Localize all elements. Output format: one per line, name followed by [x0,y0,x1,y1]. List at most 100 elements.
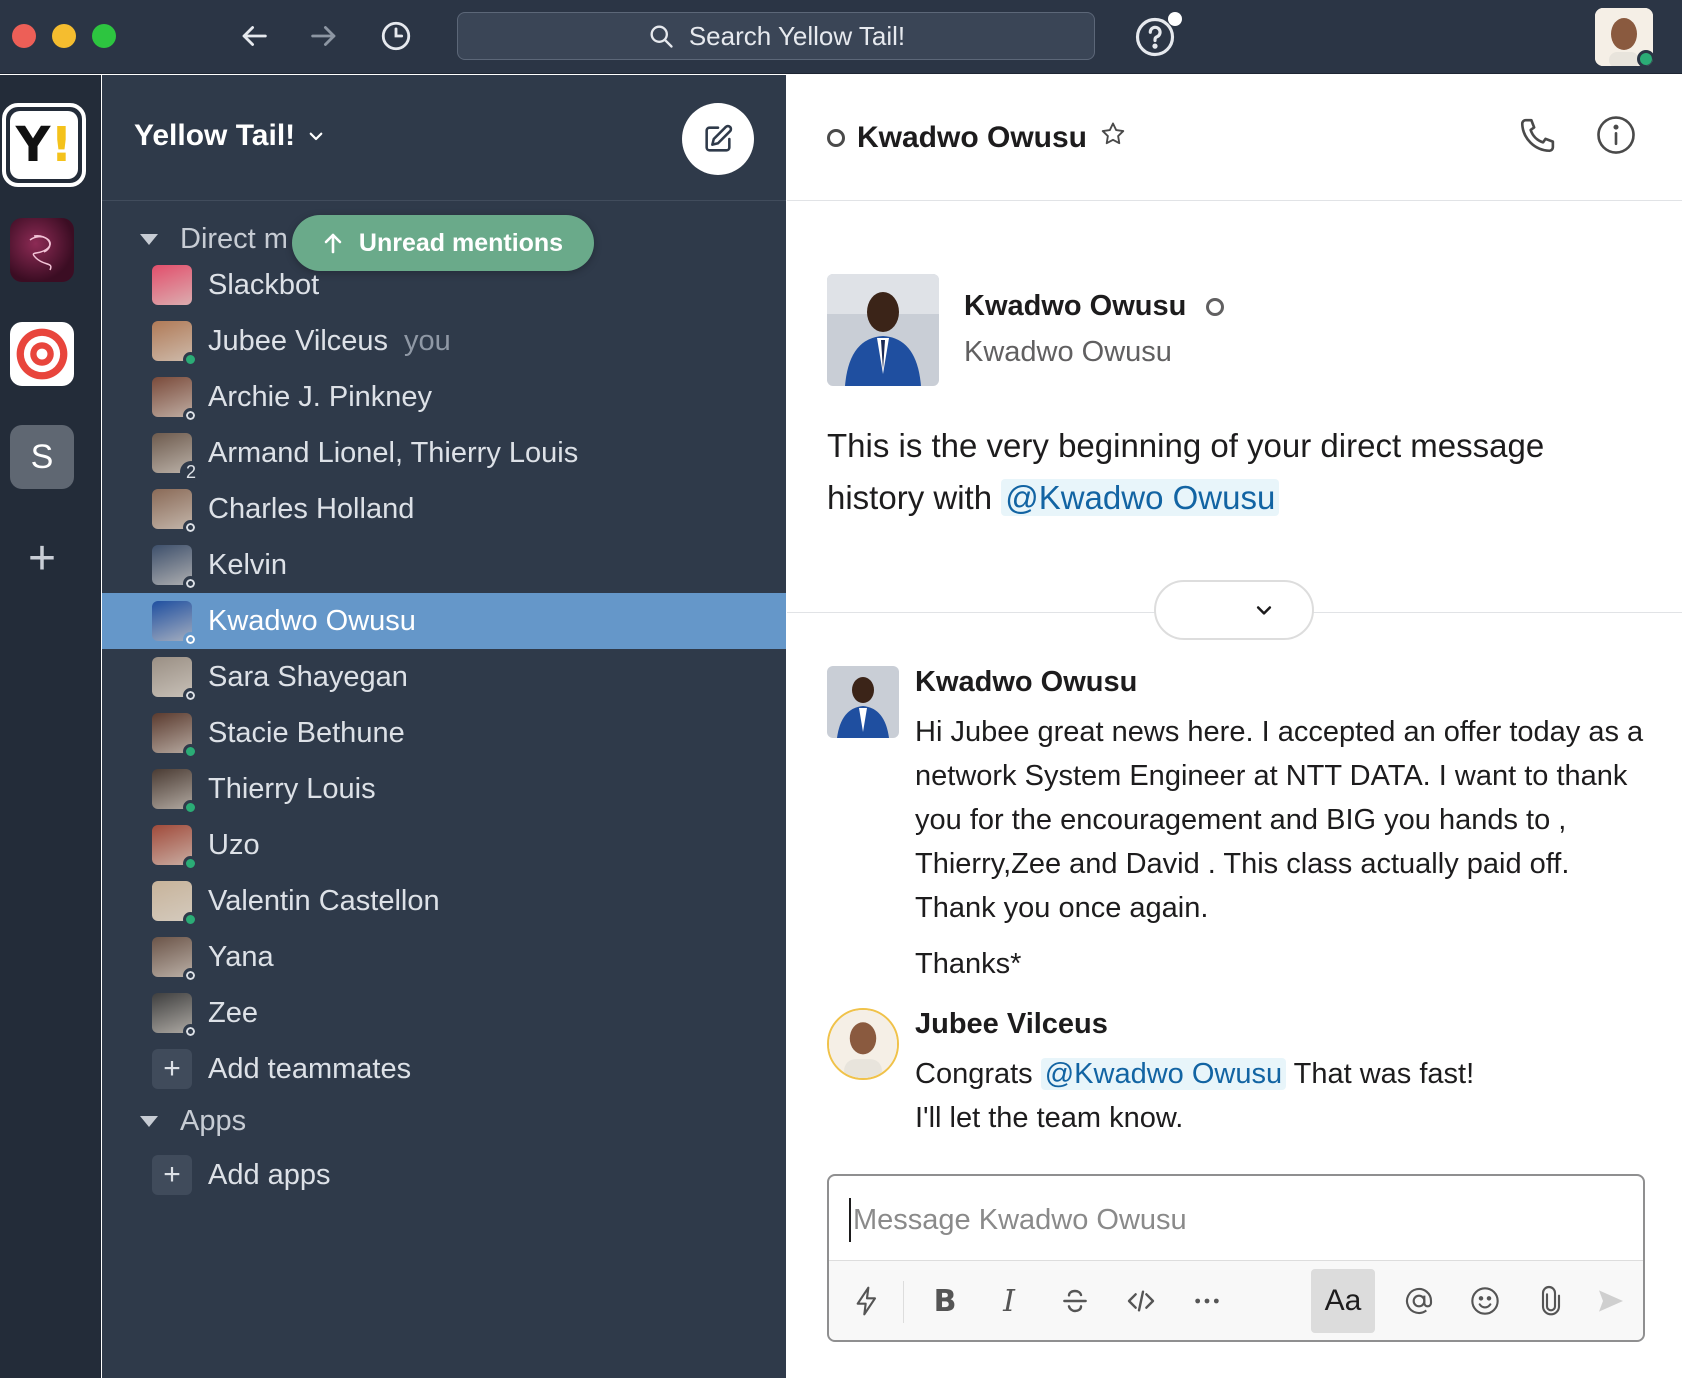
more-options-icon[interactable] [1177,1271,1237,1331]
search-icon [650,25,673,48]
add-apps-button[interactable]: + Add apps [102,1147,786,1203]
shortcuts-lightning-icon[interactable] [837,1271,897,1331]
compose-icon [705,124,733,152]
dm-name: Zee [208,996,258,1029]
presence-online-indicator [183,800,198,815]
sidebar-dm-item[interactable]: Thierry Louis [102,761,786,817]
code-icon[interactable] [1111,1271,1171,1331]
emoji-icon[interactable] [1455,1271,1515,1331]
workspace-yellow-tail[interactable]: Y! [2,103,86,187]
star-icon[interactable] [1099,120,1127,156]
workspace-menu[interactable]: Yellow Tail! [134,119,325,153]
maximize-window-button[interactable] [92,24,116,48]
compose-button[interactable] [682,103,754,175]
presence-online-indicator [183,856,198,871]
formatting-toggle-button[interactable]: Aa [1311,1269,1375,1333]
sidebar-dm-item[interactable]: Sara Shayegan [102,649,786,705]
profile-photo[interactable] [827,274,939,386]
sidebar-dm-item[interactable]: Stacie Bethune [102,705,786,761]
sidebar-dm-item[interactable]: Kwadwo Owusu [102,593,786,649]
jump-to-date-button[interactable] [1154,580,1314,640]
presence-online-indicator [183,744,198,759]
help-button[interactable] [1134,12,1182,58]
avatar [152,713,198,759]
info-icon[interactable] [1595,114,1637,156]
search-bar[interactable]: Search Yellow Tail! [457,12,1095,60]
add-teammates-button[interactable]: + Add teammates [102,1041,786,1097]
dm-name: Kelvin [208,548,287,581]
apps-section-header[interactable]: Apps [140,1105,246,1138]
message-avatar[interactable] [827,1008,899,1080]
dm-name: Valentin Castellon [208,884,440,917]
sidebar-dm-item[interactable]: Uzo [102,817,786,873]
mention-at-icon[interactable] [1389,1271,1449,1331]
composer-toolbar: B I Aa [829,1260,1643,1340]
sidebar-dm-item[interactable]: Jubee Vilceus you [102,313,786,369]
presence-away-indicator [183,520,198,535]
message-author[interactable]: Kwadwo Owusu [915,666,1137,699]
workspace-2[interactable] [10,218,74,282]
close-window-button[interactable] [12,24,36,48]
conversation-name: Kwadwo Owusu [857,121,1088,154]
dm-name: Slackbot [208,268,320,301]
sidebar-dm-item[interactable]: Archie J. Pinkney [102,369,786,425]
avatar [152,489,198,535]
strikethrough-icon[interactable] [1045,1271,1105,1331]
workspace-logo: Y! [10,111,78,179]
sidebar-dm-item[interactable]: Kelvin [102,537,786,593]
sidebar-dm-item[interactable]: Charles Holland [102,481,786,537]
dm-name: Sara Shayegan [208,660,408,693]
section-label: Apps [180,1105,247,1137]
message-author[interactable]: Jubee Vilceus [915,1008,1108,1041]
sidebar-dm-item[interactable]: Yana [102,929,786,985]
user-mention-link[interactable]: @Kwadwo Owusu [1040,1058,1287,1090]
dm-name: Jubee Vilceus [208,324,389,357]
message-input[interactable] [849,1198,1629,1242]
chevron-down-icon [1256,606,1272,615]
workspace-s[interactable]: S [10,425,74,489]
presence-online-indicator [1637,50,1653,66]
user-mention-link[interactable]: @Kwadwo Owusu [1001,479,1280,516]
avatar [152,657,198,703]
italic-button[interactable]: I [979,1271,1039,1331]
sidebar-dm-item[interactable]: Valentin Castellon [102,873,786,929]
caret-down-icon [140,1116,158,1127]
add-workspace-plus-icon[interactable]: + [20,535,64,583]
presence-away-indicator [183,408,198,423]
forward-arrow-icon[interactable] [304,16,344,56]
channel-sidebar: Yellow Tail! Direct m Slackbot Jubee Vilc… [102,75,786,1378]
sidebar-header: Yellow Tail! [102,75,786,201]
history-clock-icon[interactable] [376,16,416,56]
call-phone-icon[interactable] [1517,114,1559,156]
back-arrow-icon[interactable] [234,16,274,56]
workspace-3[interactable] [10,322,74,386]
caret-down-icon [140,234,158,245]
message-text: Congrats @Kwadwo Owusu That was fast! [915,1058,1475,1090]
dm-name: Uzo [208,828,260,861]
presence-away-indicator [183,1024,198,1039]
message-avatar[interactable] [827,666,899,738]
dm-name: Charles Holland [208,492,415,525]
sidebar-dm-item[interactable]: Zee [102,985,786,1041]
minimize-window-button[interactable] [52,24,76,48]
member-count-badge: 2 [180,461,202,483]
help-notification-dot [1168,12,1182,26]
bold-button[interactable]: B [915,1271,975,1331]
user-avatar[interactable] [1595,8,1653,66]
conversation-title[interactable]: Kwadwo Owusu [827,120,1127,156]
target-icon [16,328,68,380]
send-icon[interactable] [1581,1271,1641,1331]
plus-icon: + [152,1049,192,1089]
dm-name: Armand Lionel, Thierry Louis [208,436,579,469]
conversation-pane: Kwadwo Owusu Kwadwo Owusu Kwadwo Owusu T… [787,74,1682,1378]
message-composer: B I Aa [827,1174,1645,1342]
direct-messages-section-header[interactable]: Direct m [140,223,288,256]
dm-name: Kwadwo Owusu [208,604,416,637]
intro-name[interactable]: Kwadwo Owusu [964,290,1225,323]
unread-mentions-button[interactable]: Unread mentions [292,215,594,271]
avatar [152,265,192,305]
section-label: Direct m [180,223,288,255]
attachment-paperclip-icon[interactable] [1521,1271,1581,1331]
sidebar-dm-item[interactable]: 2 Armand Lionel, Thierry Louis [102,425,786,483]
add-apps-label: Add apps [208,1158,331,1191]
